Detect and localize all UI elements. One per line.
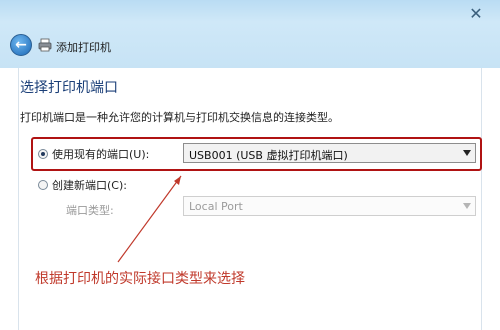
dropdown-arrow-icon (463, 150, 471, 156)
annotation-text: 根据打印机的实际接口类型来选择 (35, 271, 245, 287)
create-new-port-radio[interactable] (38, 180, 48, 190)
existing-port-dropdown[interactable]: USB001 (USB 虚拟打印机端口) (183, 143, 476, 163)
use-existing-port-label: 使用现有的端口(U): (52, 148, 150, 161)
page-description: 打印机端口是一种允许您的计算机与打印机交换信息的连接类型。 (20, 111, 339, 124)
printer-icon (38, 38, 52, 52)
close-button[interactable]: ✕ (458, 4, 494, 24)
wizard-title: 添加打印机 (56, 41, 111, 54)
port-type-label: 端口类型: (66, 204, 114, 217)
port-type-value: Local Port (189, 200, 243, 213)
use-existing-port-radio[interactable] (38, 149, 48, 159)
title-bar: ✕ ← 添加打印机 (0, 0, 500, 68)
existing-port-value: USB001 (USB 虚拟打印机端口) (189, 149, 348, 162)
back-button[interactable]: ← (10, 34, 32, 56)
dropdown-arrow-icon (463, 203, 471, 209)
page-heading: 选择打印机端口 (20, 80, 118, 96)
back-arrow-icon: ← (15, 37, 27, 53)
create-new-port-label: 创建新端口(C): (52, 179, 127, 192)
port-type-dropdown[interactable]: Local Port (183, 196, 476, 216)
